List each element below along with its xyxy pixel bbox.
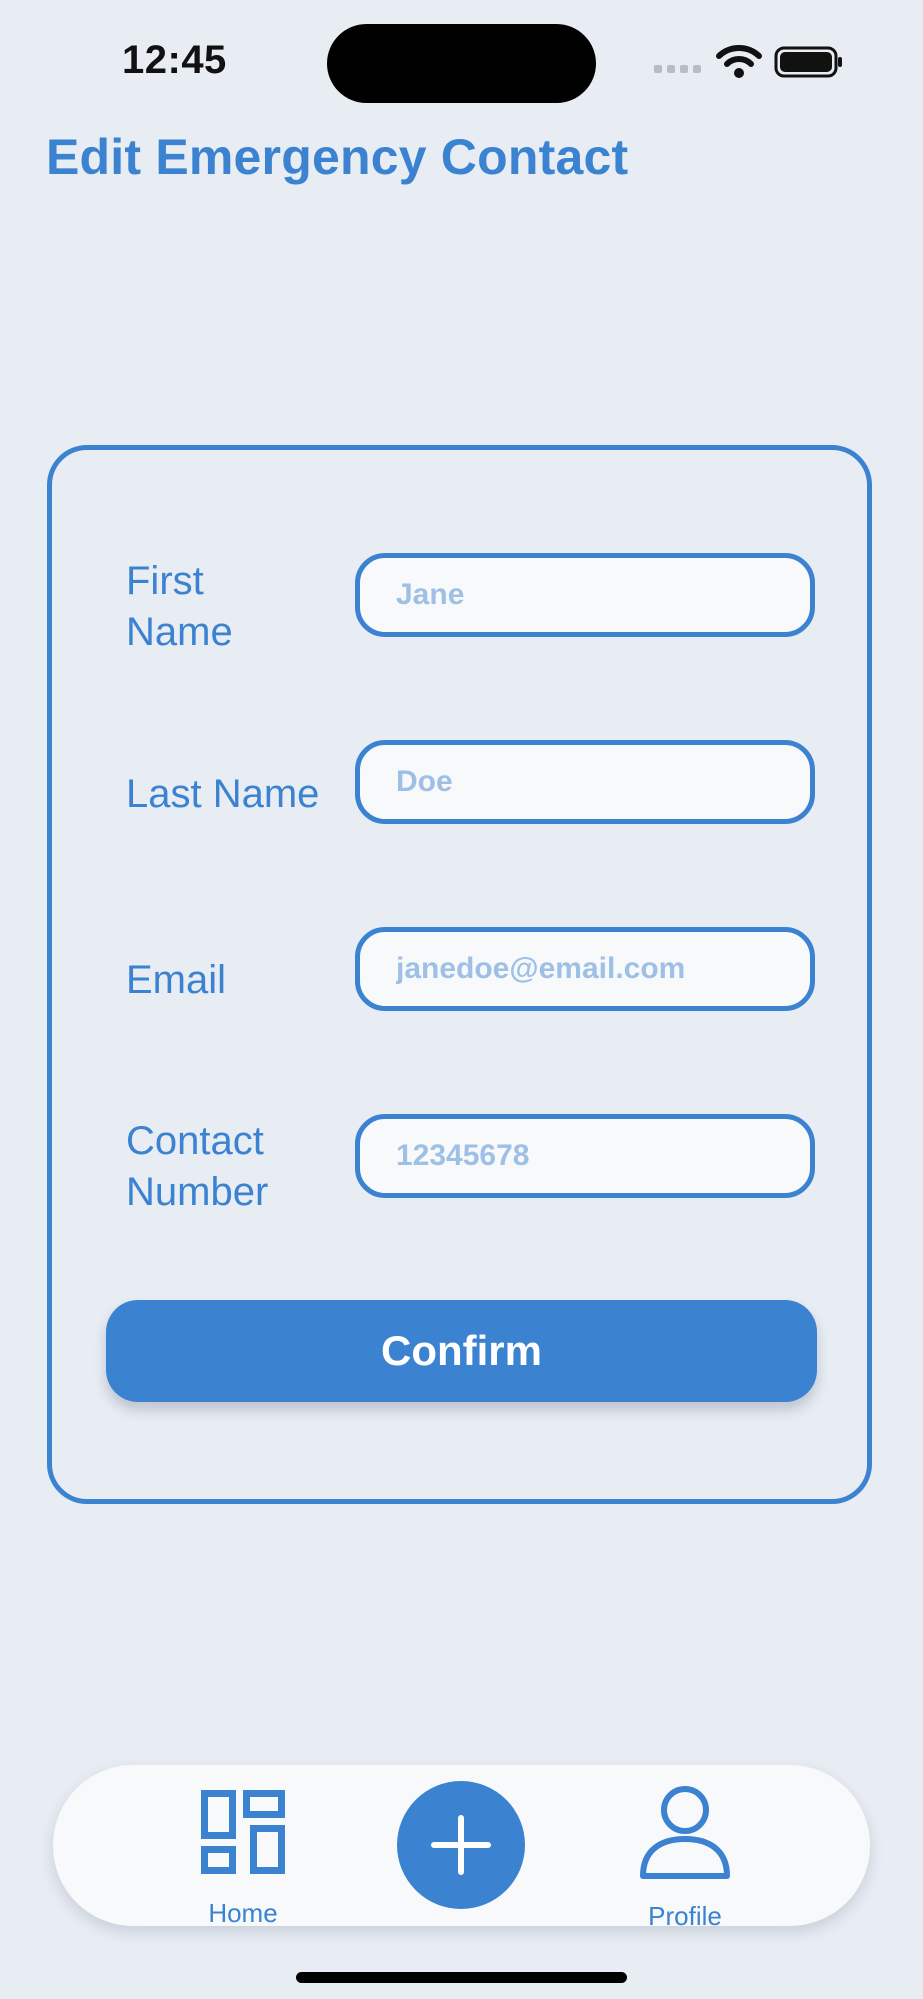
battery-icon [774,46,842,78]
person-icon [640,1786,730,1879]
email-label: Email [126,958,227,1002]
grid-icon [201,1790,285,1874]
plus-icon [431,1815,491,1875]
last-name-label: Last Name [126,772,320,816]
contact-number-label: Contact Number [126,1119,269,1214]
wifi-icon [716,45,762,78]
cellular-signal-icon [654,65,701,73]
home-indicator [296,1972,627,1983]
contact-number-input[interactable] [355,1114,815,1198]
dynamic-island [327,24,596,103]
email-input[interactable] [355,927,815,1011]
last-name-input[interactable] [355,740,815,824]
add-button[interactable] [397,1781,525,1909]
tab-home[interactable]: Home [183,1765,303,1928]
first-name-input[interactable] [355,553,815,637]
status-time: 12:45 [122,38,227,82]
confirm-button[interactable]: Confirm [106,1300,817,1402]
page-title: Edit Emergency Contact [46,129,629,185]
bottom-tab-bar: Home Profile [53,1765,870,1931]
tab-home-label: Home [208,1898,278,1928]
first-name-label: First Name [126,559,233,654]
tab-profile[interactable]: Profile [615,1765,755,1931]
status-bar: 12:45 [0,0,923,120]
tab-profile-label: Profile [648,1901,722,1931]
